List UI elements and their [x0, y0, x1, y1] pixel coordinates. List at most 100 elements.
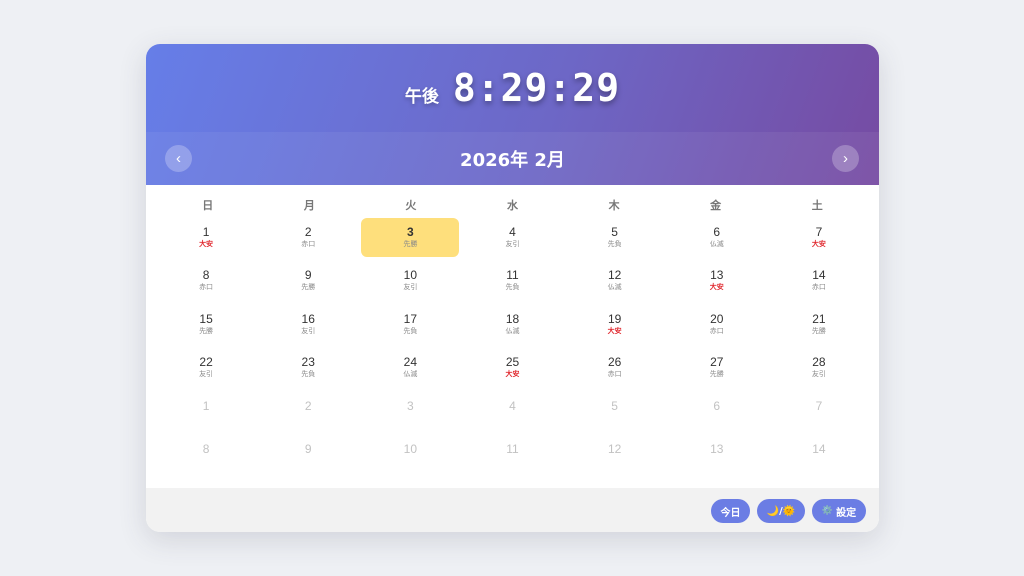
day-number: 10 — [403, 268, 418, 283]
day-cell[interactable]: 21 先勝 — [770, 305, 868, 344]
day-cell-other-month[interactable]: 3 — [361, 392, 459, 431]
gear-icon: ⚙️ — [821, 506, 834, 516]
day-number: 3 — [407, 225, 414, 239]
day-cell[interactable]: 10 友引 — [361, 261, 459, 300]
day-cell[interactable]: 7 大安 — [770, 218, 868, 257]
day-number: 22 — [199, 355, 213, 370]
day-cell-other-month[interactable]: 14 — [770, 435, 868, 474]
weekday-header: 日月火水木金土 — [157, 194, 868, 218]
day-number: 23 — [301, 355, 315, 370]
day-number: 8 — [202, 441, 210, 456]
day-cell[interactable]: 27 先勝 — [668, 348, 766, 387]
day-number: 11 — [506, 268, 519, 283]
rokuyo-label: 赤口 — [199, 283, 214, 292]
day-cell[interactable]: 1 大安 — [157, 218, 255, 257]
rokuyo-label: 仏滅 — [403, 370, 418, 379]
day-cell[interactable]: 4 友引 — [463, 218, 561, 257]
day-number: 1 — [202, 398, 210, 413]
day-cell-other-month[interactable]: 9 — [259, 435, 357, 474]
rokuyo-label: 先勝 — [301, 283, 316, 292]
day-number: 17 — [403, 311, 418, 326]
theme-toggle-button[interactable]: 🌙/🌞 — [757, 499, 805, 523]
day-cell[interactable]: 15 先勝 — [157, 305, 255, 344]
day-cell[interactable]: 18 仏滅 — [463, 305, 561, 344]
rokuyo-label: 大安 — [505, 370, 520, 379]
day-cell[interactable]: 22 友引 — [157, 348, 255, 387]
rokuyo-label: 友引 — [199, 370, 214, 379]
next-month-button[interactable]: › — [832, 145, 859, 172]
day-cell-other-month[interactable]: 10 — [361, 435, 459, 474]
day-cell-other-month[interactable]: 5 — [566, 392, 664, 431]
day-number: 10 — [403, 441, 418, 456]
day-number: 28 — [812, 355, 826, 370]
rokuyo-label: 仏滅 — [709, 240, 724, 248]
today-button[interactable]: 今日 — [711, 499, 750, 523]
day-cell[interactable]: 9 先勝 — [259, 261, 357, 300]
day-cell[interactable]: 19 大安 — [566, 305, 664, 344]
settings-label: 設定 — [836, 507, 857, 519]
day-cell[interactable]: 8 赤口 — [157, 261, 255, 300]
day-cell-other-month[interactable]: 11 — [463, 435, 561, 474]
calendar-app: 午後 8:29:29 ‹ 2026年 2月 › 日月火水木金土 1 大安 2 赤口 3 先… — [146, 44, 879, 532]
day-cell[interactable]: 26 赤口 — [566, 348, 664, 387]
rokuyo-label: 先負 — [505, 283, 520, 292]
day-cell[interactable]: 11 先負 — [463, 261, 561, 300]
rokuyo-label: 大安 — [199, 240, 214, 248]
day-cell[interactable]: 2 赤口 — [259, 218, 357, 257]
weekday-label: 日 — [202, 199, 214, 212]
rokuyo-label: 友引 — [505, 240, 520, 248]
day-number: 12 — [607, 441, 622, 456]
clock-time: 8:29:29 — [452, 66, 621, 110]
calendar-grid: 1 大安 2 赤口 3 先勝 4 友引 5 先負 6 仏滅 7 大安 8 赤口 9 先勝 10 友引 11 先負 12 仏滅 1… — [157, 216, 868, 476]
weekday-label: 水 — [506, 199, 518, 212]
weekday-label: 火 — [405, 199, 417, 212]
rokuyo-label: 大安 — [709, 283, 724, 292]
day-number: 16 — [301, 311, 315, 326]
day-cell[interactable]: 25 大安 — [463, 348, 561, 387]
day-cell-other-month[interactable]: 13 — [668, 435, 766, 474]
day-number: 5 — [611, 398, 618, 413]
day-number: 13 — [710, 268, 724, 283]
day-cell[interactable]: 28 友引 — [770, 348, 868, 387]
day-cell-other-month[interactable]: 4 — [463, 392, 561, 431]
day-cell-other-month[interactable]: 8 — [157, 435, 255, 474]
day-number: 5 — [611, 225, 618, 239]
rokuyo-label: 先負 — [403, 326, 418, 335]
day-number: 1 — [202, 225, 210, 239]
digital-clock: 午後 8:29:29 — [146, 44, 879, 132]
prev-month-button[interactable]: ‹ — [165, 145, 192, 172]
day-cell[interactable]: 3 先勝 — [361, 218, 460, 258]
day-number: 9 — [304, 441, 312, 456]
settings-button[interactable]: ⚙️ 設定 — [812, 499, 866, 523]
day-cell-other-month[interactable]: 6 — [668, 392, 766, 431]
rokuyo-label: 友引 — [811, 370, 826, 379]
day-cell[interactable]: 23 先負 — [259, 348, 357, 387]
day-number: 4 — [509, 225, 516, 239]
weekday-label: 月 — [303, 199, 315, 212]
day-number: 12 — [607, 268, 622, 283]
rokuyo-label: 先勝 — [403, 240, 418, 248]
rokuyo-label: 先勝 — [709, 370, 724, 379]
day-cell[interactable]: 5 先負 — [566, 218, 664, 257]
day-number: 7 — [815, 225, 823, 239]
day-number: 3 — [407, 398, 414, 413]
day-number: 20 — [710, 311, 724, 326]
day-cell[interactable]: 24 仏滅 — [361, 348, 459, 387]
rokuyo-label: 友引 — [301, 326, 316, 335]
day-cell-other-month[interactable]: 1 — [157, 392, 255, 431]
day-cell[interactable]: 14 赤口 — [770, 261, 868, 300]
day-cell[interactable]: 16 友引 — [259, 305, 357, 344]
day-cell[interactable]: 12 仏滅 — [566, 261, 664, 300]
day-number: 26 — [607, 355, 622, 370]
rokuyo-label: 仏滅 — [505, 326, 520, 335]
day-cell[interactable]: 17 先負 — [361, 305, 459, 344]
day-cell[interactable]: 20 赤口 — [668, 305, 766, 344]
day-cell-other-month[interactable]: 12 — [566, 435, 664, 474]
month-title: 2026年 2月 — [460, 149, 565, 171]
rokuyo-label: 先勝 — [811, 326, 826, 335]
day-cell-other-month[interactable]: 7 — [770, 392, 868, 431]
day-cell[interactable]: 13 大安 — [668, 261, 766, 300]
day-cell-other-month[interactable]: 2 — [259, 392, 357, 431]
day-cell[interactable]: 6 仏滅 — [668, 218, 766, 257]
month-navigation: ‹ 2026年 2月 › — [146, 132, 879, 185]
